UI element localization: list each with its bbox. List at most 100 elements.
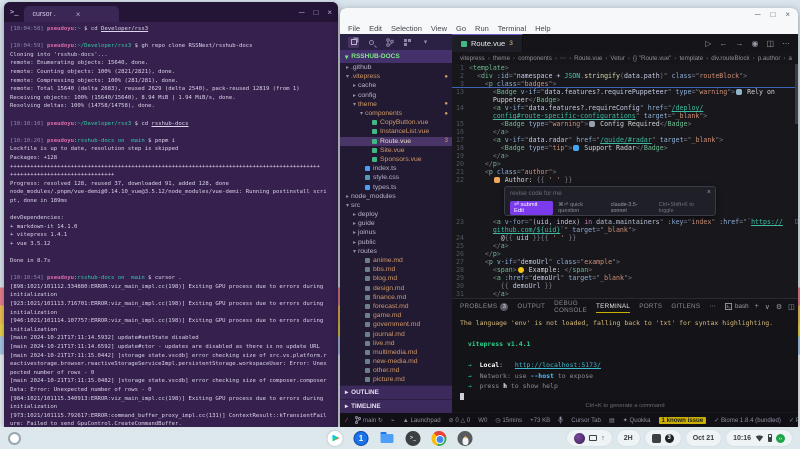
tree-item-node_modules[interactable]: ▸node_modules [340, 192, 452, 201]
code-line[interactable]: 13 <Badge v-if="data.features?.requirePu… [452, 88, 798, 96]
minimize-icon[interactable]: ─ [755, 10, 761, 19]
terminal-dropdown-icon[interactable]: ∨ [765, 303, 770, 311]
breadcrumb-item[interactable]: components [518, 55, 552, 62]
tree-item-forecast.md[interactable]: forecast.md [340, 302, 452, 311]
tree-item-design.md[interactable]: design.md [340, 284, 452, 293]
tree-item-route.vue[interactable]: Route.vue3 [340, 137, 452, 146]
linux-penguin-icon[interactable] [458, 431, 473, 446]
chrome-icon[interactable] [432, 431, 447, 446]
code-line[interactable]: 19 </a> [452, 152, 798, 160]
code-line[interactable]: 24 @{{ uid }}{{ ' ' }} [452, 234, 798, 242]
terminal-output[interactable]: [10:04:58] pseudoyu:~ $ cd Developer/rss… [4, 22, 338, 427]
tree-item-sponsors.vue[interactable]: Sponsors.vue [340, 155, 452, 164]
panel-tab-terminal[interactable]: TERMINAL [596, 303, 630, 313]
breadcrumb-item[interactable]: template [679, 55, 703, 62]
tree-item-instancelist.vue[interactable]: InstanceList.vue [340, 127, 452, 136]
code-line[interactable]: 29 <a :href="demoUrl" target="_blank"> [452, 274, 798, 282]
tree-item-deploy[interactable]: ▸deploy [340, 210, 452, 219]
crostini-terminal-icon[interactable]: >_ [406, 431, 421, 446]
breadcrumb-item[interactable]: div.routeBlock [711, 55, 749, 62]
tree-item-public[interactable]: ▸public [340, 238, 452, 247]
menu-go[interactable]: Go [456, 24, 466, 33]
code-line[interactable]: 2 <div :id="namespace + JSON.stringify(d… [452, 72, 798, 80]
tree-item-.vitepress[interactable]: ▾.vitepress● [340, 72, 452, 81]
status-tray[interactable]: 10:16 ‹› [726, 430, 792, 446]
launcher-icon[interactable] [8, 432, 21, 445]
panel-tab-gitlens[interactable]: GITLENS [671, 303, 700, 310]
duration-pill[interactable]: 2H [617, 430, 640, 446]
code-line[interactable]: 22 Author: {{ ' ' }} [452, 176, 798, 184]
model-selector[interactable]: claude-3.5-sonnet [611, 202, 654, 214]
panel-tab-⋯[interactable]: ⋯ [709, 303, 716, 310]
code-line[interactable]: 14 <a v-if="data.features?.requireConfig… [452, 104, 798, 112]
tab-route-vue[interactable]: Route.vue 3 [452, 34, 523, 52]
close-icon[interactable]: × [327, 8, 332, 17]
status-item-launchpad[interactable]: ▲ Launchpad [403, 417, 441, 424]
editor-window-controls[interactable]: ─□× [755, 10, 790, 19]
tree-item-bbs.md[interactable]: bbs.md [340, 265, 452, 274]
close-tab-icon[interactable]: × [76, 10, 81, 19]
integrated-terminal[interactable]: The language 'env' is not loaded, fallin… [452, 314, 798, 400]
code-line[interactable]: 28 <span> Example: </span> [452, 266, 798, 274]
breadcrumb-item[interactable]: {} "Route.vue" [633, 55, 671, 62]
tree-item-.github[interactable]: ▸.github [340, 63, 452, 72]
files-app-icon[interactable] [380, 431, 395, 446]
quick-question-hint[interactable]: ⌘⏎ quick question [558, 202, 606, 214]
maximize-icon[interactable]: □ [313, 8, 318, 17]
code-line[interactable]: 21 <p class="author"> [452, 168, 798, 176]
code-line[interactable]: 15 <Badge type="warning"> Config Require… [452, 120, 798, 128]
status-item-w0[interactable]: W0 [478, 417, 487, 424]
code-editor[interactable]: 1<template>2 <div :id="namespace + JSON.… [452, 64, 798, 298]
code-line[interactable]: 26 </p> [452, 250, 798, 258]
status-item-mic[interactable] [558, 416, 563, 424]
code-line[interactable]: 1<template> [452, 64, 798, 72]
panel-tab-ports[interactable]: PORTS [639, 303, 662, 310]
code-line[interactable]: 30 {{ demoUrl }} [452, 282, 798, 290]
panel-tab-problems[interactable]: PROBLEMS3 [460, 303, 508, 311]
editor-scrollbar[interactable] [795, 64, 798, 124]
panel-tab-debug-console[interactable]: DEBUG CONSOLE [554, 300, 587, 314]
close-icon[interactable]: × [707, 189, 711, 196]
explorer-root-header[interactable]: ▾ RSSHUB-DOCS [340, 50, 452, 63]
tree-item-guide[interactable]: ▸guide [340, 219, 452, 228]
tree-item-components[interactable]: ▾components● [340, 109, 452, 118]
status-item-main[interactable]: main ↻ [355, 416, 383, 424]
tree-item-anime.md[interactable]: anime.md [340, 256, 452, 265]
terminal-tab[interactable]: cursor . × [24, 6, 119, 22]
status-item-icon[interactable]: ⌁ [391, 417, 395, 424]
code-line[interactable]: 31 </a> [452, 290, 798, 298]
panel-tab-output[interactable]: OUTPUT [517, 303, 545, 310]
breadcrumb-item[interactable]: a [788, 55, 791, 62]
search-icon[interactable] [366, 37, 377, 48]
menu-view[interactable]: View [431, 24, 447, 33]
menu-help[interactable]: Help [535, 24, 550, 33]
status-item-icon[interactable]: ∕ [346, 417, 347, 424]
tree-item-theme[interactable]: ▾theme● [340, 100, 452, 109]
forward-icon[interactable]: → [735, 39, 743, 48]
tree-item-types.ts[interactable]: types.ts [340, 182, 452, 191]
tree-item-journal.md[interactable]: journal.md [340, 329, 452, 338]
breadcrumb-item[interactable]: Route.vue [574, 55, 602, 62]
shell-name[interactable]: bash [735, 303, 749, 310]
new-terminal-icon[interactable]: + [755, 303, 759, 310]
settings-gear-icon[interactable]: ⚙ [776, 303, 782, 311]
close-icon[interactable]: × [785, 10, 790, 19]
tree-item-game.md[interactable]: game.md [340, 311, 452, 320]
menu-run[interactable]: Run [475, 24, 489, 33]
menu-selection[interactable]: Selection [391, 24, 422, 33]
code-line[interactable]: 25 </a> [452, 242, 798, 250]
tree-item-src[interactable]: ▾src [340, 201, 452, 210]
code-line[interactable]: config#route-specific-configurations" ta… [452, 112, 798, 120]
explorer-icon[interactable] [348, 37, 359, 48]
tree-item-multimedia.md[interactable]: multimedia.md [340, 348, 452, 357]
status-item-73-kb[interactable]: +73 KB [530, 417, 550, 424]
1password-icon[interactable]: 1 [354, 431, 369, 446]
status-item-15mins[interactable]: ◷ 15mins [495, 417, 522, 424]
status-item-cursor-tab[interactable]: Cursor Tab [571, 417, 601, 424]
tree-item-joinus[interactable]: ▸joinus [340, 228, 452, 237]
debug-run-icon[interactable]: ◉ [751, 39, 758, 48]
timeline-section[interactable]: ▸ TIMELINE [340, 399, 452, 413]
date-pill[interactable]: Oct 21 [686, 430, 721, 446]
inline-ai-widget[interactable]: revise code for me × ⏎ submit Edit ⌘⏎ qu… [504, 186, 716, 216]
breadcrumb-item[interactable]: Vetur [610, 55, 624, 62]
